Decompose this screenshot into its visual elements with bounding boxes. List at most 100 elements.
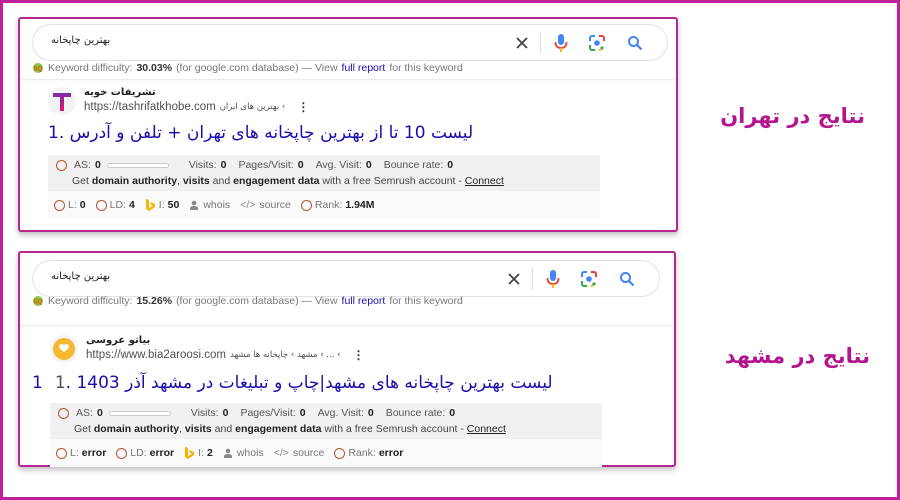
- avg-visit-value: 0: [365, 159, 372, 171]
- whois-link[interactable]: whois: [189, 199, 230, 211]
- l-circle-icon: [54, 199, 65, 211]
- rank-label: Rank:: [348, 447, 376, 459]
- l-label: L:: [70, 447, 79, 459]
- result-title-link[interactable]: لیست 10 تا از بهترین چاپخانه های تهران +…: [48, 123, 473, 143]
- promo-text: with a free Semrush account -: [324, 423, 464, 435]
- whois-label: whois: [203, 199, 231, 211]
- search-icon[interactable]: [623, 31, 647, 55]
- ld-metric[interactable]: LD: 4: [95, 199, 135, 211]
- results-panel-tehran: بهترین چاپخانه SQ Keyword difficulty: 30…: [18, 17, 678, 232]
- search-bar[interactable]: بهترین چاپخانه: [32, 24, 668, 61]
- whois-link[interactable]: whois: [223, 447, 264, 459]
- site-name: تشریفات خوبه: [84, 87, 156, 98]
- site-url[interactable]: https://www.bia2aroosi.com: [86, 349, 226, 361]
- promo-bold: engagement data: [235, 423, 322, 435]
- visits-label: Visits:: [190, 407, 219, 419]
- as-value: 0: [94, 159, 101, 171]
- as-circle-icon: [58, 407, 69, 419]
- more-options-icon[interactable]: ⋮: [297, 101, 309, 113]
- promo-bold: visits: [182, 175, 210, 187]
- l-value: 0: [79, 199, 86, 211]
- result-site[interactable]: تشریفات خوبه https://tashrifatkhobe.com …: [48, 87, 309, 115]
- whois-label: whois: [236, 447, 264, 459]
- search-icon[interactable]: [615, 267, 639, 291]
- as-label: AS:: [76, 407, 93, 419]
- code-icon: </>: [273, 447, 289, 459]
- site-breadcrumb: › بهترین های ایران: [219, 102, 286, 112]
- bounce-value: 0: [447, 159, 454, 171]
- site-breadcrumb: › ... › مشهد › چاپخانه ها مشهد: [229, 350, 341, 360]
- site-favicon: [48, 87, 76, 115]
- avg-visit-label: Avg. Visit:: [317, 407, 364, 419]
- promo-text: with a free Semrush account -: [322, 175, 462, 187]
- keyword-difficulty: SQ Keyword difficulty: 30.03% (for googl…: [32, 62, 463, 74]
- source-link[interactable]: </> source: [240, 199, 291, 211]
- bing-icon: [185, 447, 195, 459]
- search-bar[interactable]: بهترین چاپخانه: [32, 260, 660, 297]
- promo-text: ,: [179, 423, 182, 435]
- ld-label: LD:: [109, 199, 126, 211]
- kd-label: Keyword difficulty:: [48, 62, 133, 74]
- source-label: source: [292, 447, 325, 459]
- clear-icon[interactable]: [510, 31, 534, 55]
- result-site[interactable]: بیاتو عروسی https://www.bia2aroosi.com ›…: [50, 335, 365, 363]
- pages-label: Pages/Visit:: [238, 159, 294, 171]
- kd-label: Keyword difficulty:: [48, 295, 133, 307]
- ld-label: LD:: [130, 447, 147, 459]
- lens-icon[interactable]: [585, 31, 609, 55]
- full-report-link[interactable]: full report: [342, 295, 386, 307]
- links-metric[interactable]: L: error: [56, 447, 106, 459]
- i-value: 2: [206, 447, 213, 459]
- clear-icon[interactable]: [502, 267, 526, 291]
- pages-label: Pages/Visit:: [240, 407, 296, 419]
- search-input[interactable]: بهترین چاپخانه: [51, 271, 110, 282]
- avg-visit-label: Avg. Visit:: [315, 159, 362, 171]
- keyword-difficulty: SQ Keyword difficulty: 15.26% (for googl…: [32, 295, 463, 307]
- connect-link[interactable]: Connect: [467, 423, 506, 435]
- result-title-link[interactable]: لیست بهترین چاپخانه های مشهد|چاپ و تبلیغ…: [32, 373, 553, 393]
- full-report-link[interactable]: full report: [342, 62, 386, 74]
- ld-value: error: [149, 447, 175, 459]
- bounce-label: Bounce rate:: [383, 159, 444, 171]
- ld-circle-icon: [116, 447, 128, 459]
- mic-icon[interactable]: [541, 267, 565, 291]
- i-label: I:: [158, 199, 165, 211]
- search-input[interactable]: بهترین چاپخانه: [51, 35, 110, 46]
- source-link[interactable]: </> source: [274, 447, 325, 459]
- kd-suffix: for this keyword: [389, 295, 463, 307]
- caption-tehran: نتایج در تهران: [720, 104, 865, 128]
- mic-icon[interactable]: [549, 31, 573, 55]
- lens-icon[interactable]: [577, 267, 601, 291]
- divider: [20, 325, 674, 326]
- result-rank-number: 1: [54, 373, 66, 393]
- ld-metric[interactable]: LD: error: [116, 447, 174, 459]
- bing-index-metric[interactable]: I: 50: [145, 199, 180, 211]
- connect-link[interactable]: Connect: [465, 175, 504, 187]
- divider: [20, 79, 676, 80]
- visits-label: Visits:: [188, 159, 217, 171]
- links-metric[interactable]: L: 0: [54, 199, 86, 211]
- semrush-logo-icon: SQ: [33, 63, 43, 73]
- i-value: 50: [167, 199, 180, 211]
- kd-db-text: (for google.com database) — View: [176, 62, 338, 74]
- more-options-icon[interactable]: ⋮: [353, 349, 365, 361]
- svg-text:SQ: SQ: [34, 67, 43, 73]
- code-icon: </>: [240, 199, 256, 211]
- site-name: بیاتو عروسی: [86, 335, 151, 346]
- bing-index-metric[interactable]: I: 2: [184, 447, 213, 459]
- as-value: 0: [96, 407, 103, 419]
- ld-value: 4: [128, 199, 135, 211]
- site-url[interactable]: https://tashrifatkhobe.com: [84, 101, 216, 113]
- i-label: I:: [198, 447, 204, 459]
- caption-mashhad: نتایج در مشهد: [724, 344, 870, 368]
- rank-metric[interactable]: Rank: 1.94M: [300, 199, 375, 211]
- semrush-logo-icon: SQ: [33, 296, 43, 306]
- links-metrics-bar: L: error LD: error I: 2 whois </> source Ran…: [50, 439, 602, 467]
- person-icon: [223, 448, 232, 458]
- rank-metric[interactable]: Rank: error: [334, 447, 403, 459]
- result-title-row: لیست بهترین چاپخانه های مشهد|چاپ و تبلیغ…: [32, 373, 553, 393]
- links-metrics-bar: L: 0 LD: 4 I: 50 whois </> source Rank: 1.94M: [48, 191, 600, 219]
- pages-value: 0: [297, 159, 304, 171]
- promo-bold: engagement data: [233, 175, 320, 187]
- promo-bold: domain authority: [91, 175, 178, 187]
